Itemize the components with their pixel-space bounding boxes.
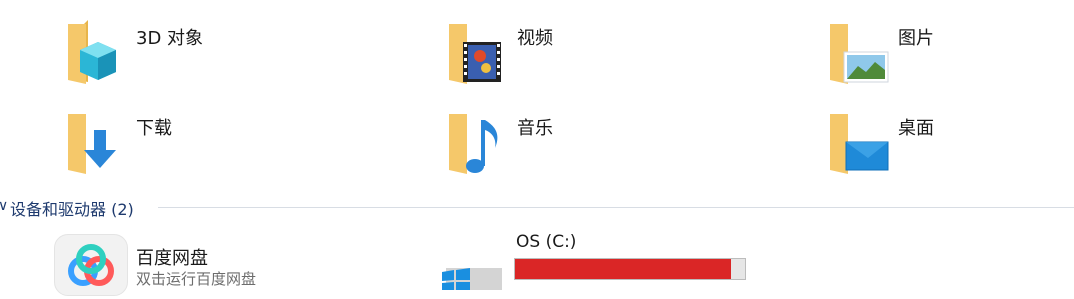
folder-desktop[interactable]: 桌面 bbox=[828, 108, 1074, 188]
downloads-folder-icon bbox=[66, 108, 130, 178]
folder-videos[interactable]: 视频 bbox=[447, 18, 777, 98]
device-baidu-netdisk[interactable]: 百度网盘 双击运行百度网盘 bbox=[54, 234, 374, 296]
device-name: 百度网盘 bbox=[136, 248, 208, 269]
music-folder-icon bbox=[447, 108, 511, 178]
folder-label: 桌面 bbox=[898, 118, 934, 139]
device-name: OS (C:) bbox=[516, 232, 577, 252]
chevron-down-icon[interactable]: ∨ bbox=[0, 198, 8, 214]
devices-group-header[interactable]: ∨ 设备和驱动器 (2) bbox=[0, 194, 1074, 220]
folder-music[interactable]: 音乐 bbox=[447, 108, 777, 188]
videos-folder-icon bbox=[447, 18, 511, 88]
folder-label: 图片 bbox=[898, 28, 934, 49]
folder-pictures[interactable]: 图片 bbox=[828, 18, 1074, 98]
3d-objects-folder-icon bbox=[66, 18, 130, 88]
pictures-folder-icon bbox=[828, 18, 892, 88]
folder-downloads[interactable]: 下载 bbox=[66, 108, 396, 188]
folder-label: 下载 bbox=[136, 118, 172, 139]
drive-usage-fill bbox=[515, 259, 732, 279]
windows-drive-icon bbox=[440, 250, 504, 290]
desktop-folder-icon bbox=[828, 108, 892, 178]
drive-usage-bar bbox=[514, 258, 746, 280]
folder-3d-objects[interactable]: 3D 对象 bbox=[66, 18, 396, 98]
folder-label: 音乐 bbox=[517, 118, 553, 139]
baidu-netdisk-icon bbox=[54, 234, 128, 296]
folder-label: 3D 对象 bbox=[136, 28, 204, 49]
group-title: 设备和驱动器 (2) bbox=[10, 200, 134, 219]
group-divider bbox=[158, 207, 1074, 208]
folder-label: 视频 bbox=[517, 28, 553, 49]
device-subtitle: 双击运行百度网盘 bbox=[136, 270, 257, 288]
